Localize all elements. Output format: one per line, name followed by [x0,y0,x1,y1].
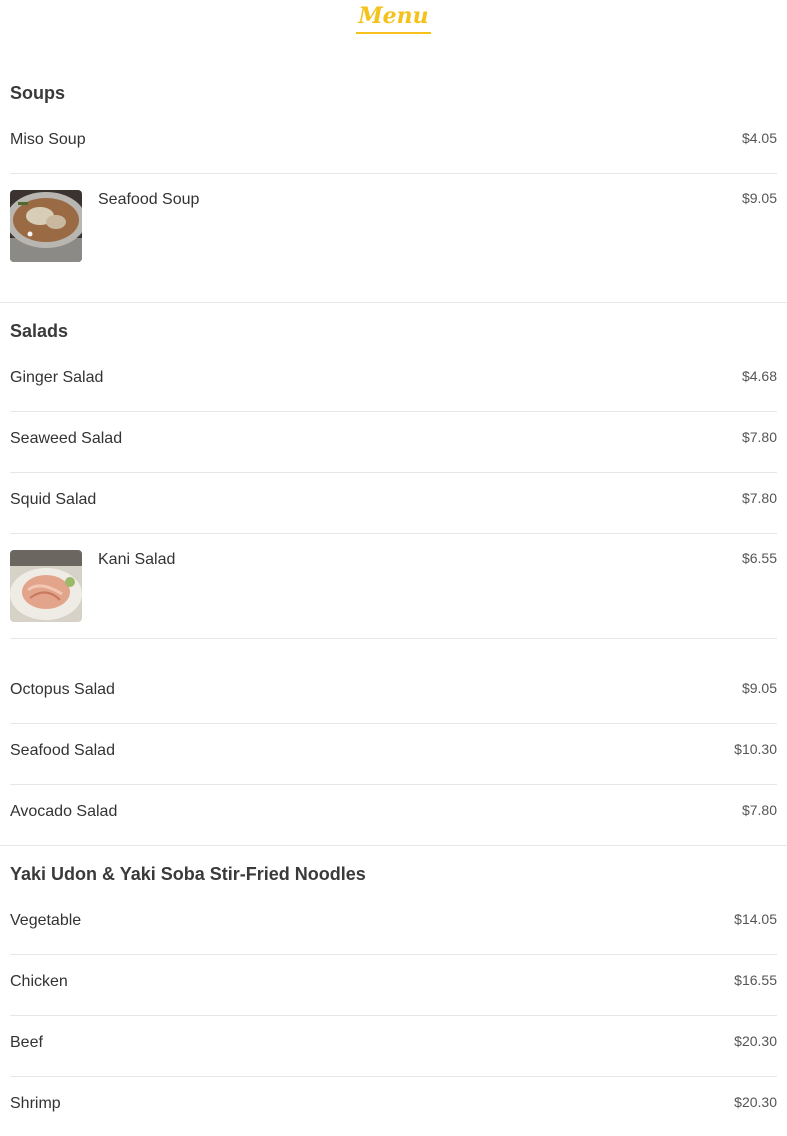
item-name: Octopus Salad [10,681,115,698]
item-price: $16.55 [734,972,777,988]
menu-item-miso-soup[interactable]: Miso Soup $4.05 [10,130,777,174]
menu-item-octopus-salad[interactable]: Octopus Salad $9.05 [10,680,777,724]
item-price: $7.80 [741,490,777,506]
section-title: Salads [10,321,69,341]
item-name: Vegetable [10,912,82,929]
menu-item-seaweed-salad[interactable]: Seaweed Salad $7.80 [10,429,777,473]
item-price: $7.80 [741,802,777,818]
item-price: $20.30 [734,1033,777,1049]
item-price: $4.05 [741,130,777,146]
item-price: $7.80 [741,429,777,445]
item-price: $4.68 [741,368,777,384]
item-name: Kani Salad [98,551,176,568]
section-divider [0,845,787,846]
item-name: Seafood Soup [98,191,200,208]
section-divider [0,302,787,303]
item-price: $6.55 [741,550,777,566]
menu-header: Menu [0,0,787,34]
kani-salad-photo[interactable] [10,550,82,622]
item-price: $10.30 [734,741,777,757]
item-price: $14.05 [734,911,777,927]
item-price: $20.30 [734,1094,777,1110]
menu-item-ginger-salad[interactable]: Ginger Salad $4.68 [10,368,777,412]
menu-item-kani-salad[interactable]: Kani Salad $6.55 [10,550,777,639]
item-name: Chicken [10,973,68,990]
item-name: Squid Salad [10,491,97,508]
menu-item-squid-salad[interactable]: Squid Salad $7.80 [10,490,777,534]
item-name: Miso Soup [10,131,86,148]
menu-title[interactable]: Menu [356,0,431,34]
soup-bowl-photo[interactable] [10,190,82,262]
item-name: Beef [10,1034,43,1051]
menu-item-seafood-salad[interactable]: Seafood Salad $10.30 [10,741,777,785]
item-name: Shrimp [10,1095,61,1112]
menu-item-vegetable[interactable]: Vegetable $14.05 [10,911,777,955]
section-title: Yaki Udon & Yaki Soba Stir-Fried Noodles [10,864,366,884]
menu-item-shrimp[interactable]: Shrimp $20.30 [10,1094,777,1134]
menu-item-beef[interactable]: Beef $20.30 [10,1033,777,1077]
item-price: $9.05 [741,680,777,696]
menu-item-chicken[interactable]: Chicken $16.55 [10,972,777,1016]
menu-item-avocado-salad[interactable]: Avocado Salad $7.80 [10,802,777,846]
item-price: $9.05 [741,190,777,206]
item-name: Seafood Salad [10,742,115,759]
item-name: Avocado Salad [10,803,118,820]
section-title: Soups [10,83,66,103]
menu-item-seafood-soup[interactable]: Seafood Soup $9.05 [10,190,777,270]
item-name: Ginger Salad [10,369,104,386]
item-name: Seaweed Salad [10,430,123,447]
